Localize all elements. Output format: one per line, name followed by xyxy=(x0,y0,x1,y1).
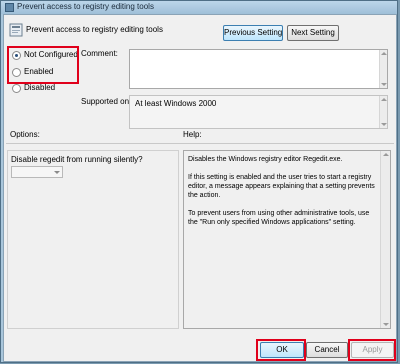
previous-setting-button[interactable]: Previous Setting xyxy=(223,25,283,41)
comment-textbox[interactable] xyxy=(129,49,388,89)
apply-button[interactable]: Apply xyxy=(351,342,394,358)
help-paragraph: To prevent users from using other admini… xyxy=(188,210,370,226)
comment-scrollbar[interactable] xyxy=(379,50,387,88)
silent-question-label: Disable regedit from running silently? xyxy=(11,155,143,164)
options-label: Options: xyxy=(10,130,40,139)
radio-disabled-label: Disabled xyxy=(24,83,56,92)
policy-name: Prevent access to registry editing tools xyxy=(26,25,163,34)
window-title: Prevent access to registry editing tools xyxy=(17,2,154,11)
chevron-down-icon[interactable] xyxy=(54,171,60,174)
radio-not-configured-label: Not Configured xyxy=(24,50,78,59)
help-label: Help: xyxy=(183,130,202,139)
radio-enabled-circle[interactable] xyxy=(12,68,21,77)
supported-on-value: At least Windows 2000 xyxy=(135,99,217,108)
scroll-down-icon[interactable] xyxy=(381,123,387,126)
options-pane: Disable regedit from running silently? xyxy=(7,150,179,329)
section-divider xyxy=(6,143,394,144)
scroll-down-icon[interactable] xyxy=(383,323,389,326)
comment-label: Comment: xyxy=(81,49,118,58)
radio-disabled-circle[interactable] xyxy=(12,84,21,93)
scroll-up-icon[interactable] xyxy=(381,98,387,101)
help-paragraph: If this setting is enabled and the user … xyxy=(188,174,375,199)
silent-dropdown[interactable] xyxy=(11,166,63,178)
policy-dialog-window: Prevent access to registry editing tools… xyxy=(0,0,398,363)
help-scrollbar[interactable] xyxy=(380,151,390,328)
policy-setting-icon xyxy=(9,23,23,37)
help-paragraph: Disables the Windows registry editor Reg… xyxy=(188,156,343,163)
help-pane: Disables the Windows registry editor Reg… xyxy=(183,150,391,329)
policy-icon xyxy=(5,3,14,12)
radio-not-configured-circle[interactable] xyxy=(12,51,21,60)
ok-button[interactable]: OK xyxy=(260,342,304,358)
cancel-button[interactable]: Cancel xyxy=(306,342,348,358)
dialog-client-area: Prevent access to registry editing tools… xyxy=(3,14,397,362)
scroll-down-icon[interactable] xyxy=(381,83,387,86)
supported-on-label: Supported on: xyxy=(81,97,132,106)
scroll-up-icon[interactable] xyxy=(383,153,389,156)
radio-enabled-label: Enabled xyxy=(24,67,54,76)
help-text: Disables the Windows registry editor Reg… xyxy=(188,155,376,236)
scroll-up-icon[interactable] xyxy=(381,52,387,55)
title-bar[interactable]: Prevent access to registry editing tools xyxy=(1,1,397,14)
supported-on-box: At least Windows 2000 xyxy=(129,95,388,129)
supported-scrollbar[interactable] xyxy=(379,96,387,128)
next-setting-button[interactable]: Next Setting xyxy=(287,25,339,41)
